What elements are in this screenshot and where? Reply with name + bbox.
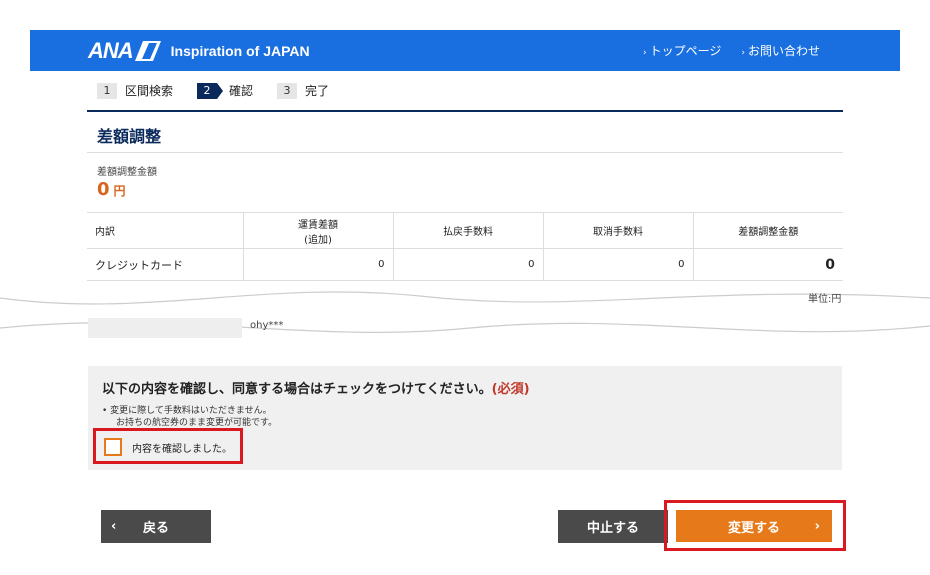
cell-refund-fee: 0 bbox=[392, 248, 543, 281]
ana-logo[interactable]: ANA Inspiration of JAPAN bbox=[88, 38, 310, 63]
header-link-contact[interactable]: › お問い合わせ bbox=[741, 42, 820, 59]
site-header: ANA Inspiration of JAPAN › トップページ › お問い合わせ bbox=[30, 30, 900, 71]
chevron-left-icon: ‹ bbox=[111, 519, 117, 534]
confirm-change-button[interactable]: 変更する › bbox=[676, 510, 832, 542]
required-badge: (必須) bbox=[491, 382, 530, 397]
cell-payment-method: クレジットカード bbox=[87, 248, 243, 281]
logo-tagline: Inspiration of JAPAN bbox=[170, 43, 310, 59]
amount-unit: 円 bbox=[113, 184, 126, 198]
consent-title: 以下の内容を確認し、同意する場合はチェックをつけてください。(必須) bbox=[102, 378, 530, 397]
cell-fare-diff: 0 bbox=[242, 248, 393, 281]
header-links: › トップページ › お問い合わせ bbox=[643, 42, 820, 59]
col-header-fare-diff-line1: 運賃差額 bbox=[298, 219, 338, 231]
logo-text: ANA bbox=[88, 38, 134, 63]
step-number: 1 bbox=[97, 82, 117, 99]
logo-stripes-icon bbox=[134, 41, 161, 61]
step-number: 2 bbox=[197, 82, 224, 99]
chevron-right-icon: › bbox=[814, 518, 820, 534]
amount-number: 0 bbox=[97, 179, 110, 200]
consent-checkbox[interactable] bbox=[104, 438, 122, 456]
breakdown-table: 内訳 運賃差額 (追加) 払戻手数料 取消手数料 差額調整金額 クレジットカード … bbox=[87, 212, 843, 281]
amount-label: 差額調整金額 bbox=[97, 167, 157, 178]
divider bbox=[87, 152, 843, 153]
header-link-top[interactable]: › トップページ bbox=[643, 42, 721, 59]
consent-panel: 以下の内容を確認し、同意する場合はチェックをつけてください。(必須) • 変更に… bbox=[88, 366, 842, 470]
page-break-wave bbox=[0, 291, 930, 333]
consent-title-text: 以下の内容を確認し、同意する場合はチェックをつけてください。 bbox=[102, 382, 492, 397]
cancel-button-label: 中止する bbox=[586, 521, 639, 536]
back-button-label: 戻る bbox=[142, 521, 169, 536]
arrow-right-icon: › bbox=[643, 48, 647, 58]
unit-label: 単位:円 bbox=[808, 294, 842, 305]
section-title: 差額調整 bbox=[97, 127, 162, 146]
progress-steps: 1 区間検索 2 確認 3 完了 bbox=[97, 82, 353, 99]
step-label: 完了 bbox=[305, 84, 330, 98]
col-header-cancel-fee: 取消手数料 bbox=[542, 212, 693, 249]
consent-checkbox-highlight: 内容を確認しました。 bbox=[93, 428, 243, 464]
cell-adjust-amount: 0 bbox=[692, 248, 843, 281]
arrow-right-icon: › bbox=[741, 48, 745, 58]
step-confirm: 2 確認 bbox=[197, 82, 253, 99]
table-row: クレジットカード 0 0 0 0 bbox=[87, 248, 843, 281]
col-header-adjust-amount: 差額調整金額 bbox=[692, 212, 843, 249]
back-button[interactable]: ‹ 戻る bbox=[101, 510, 211, 543]
step-search: 1 区間検索 bbox=[97, 82, 173, 99]
cancel-button[interactable]: 中止する bbox=[558, 510, 668, 543]
step-label: 確認 bbox=[229, 84, 254, 98]
consent-note: お持ちの航空券のまま変更が可能です。 bbox=[116, 418, 278, 428]
col-header-fare-diff-line2: (追加) bbox=[304, 234, 332, 246]
step-label: 区間検索 bbox=[125, 84, 174, 98]
col-header-fare-diff: 運賃差額 (追加) bbox=[242, 212, 393, 249]
col-header-refund-fee: 払戻手数料 bbox=[392, 212, 543, 249]
header-link-contact-label: お問い合わせ bbox=[747, 44, 820, 58]
title-rule bbox=[87, 110, 843, 112]
step-number: 3 bbox=[277, 82, 298, 99]
consent-checkbox-label[interactable]: 内容を確認しました。 bbox=[132, 440, 232, 455]
masked-row-label bbox=[88, 318, 242, 338]
table-header-row: 内訳 運賃差額 (追加) 払戻手数料 取消手数料 差額調整金額 bbox=[87, 212, 843, 249]
confirm-change-button-label: 変更する bbox=[727, 520, 780, 536]
masked-email: ohy*** bbox=[250, 320, 284, 331]
step-complete: 3 完了 bbox=[277, 82, 329, 99]
header-link-top-label: トップページ bbox=[649, 44, 722, 58]
cell-cancel-fee: 0 bbox=[542, 248, 693, 281]
col-header-breakdown: 内訳 bbox=[87, 212, 243, 249]
amount-value: 0円 bbox=[97, 179, 126, 200]
